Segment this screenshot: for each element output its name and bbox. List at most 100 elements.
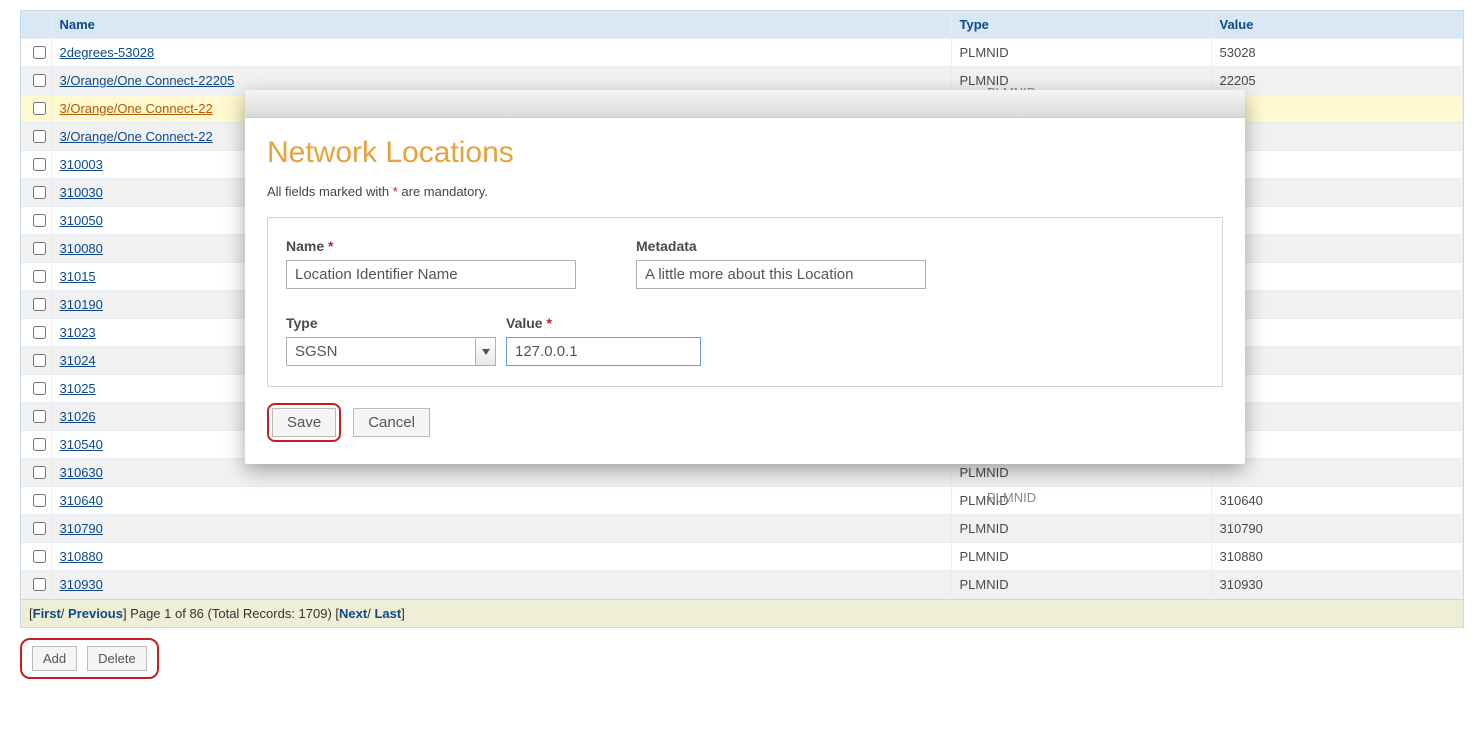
row-name-link[interactable]: 310003 <box>60 157 103 172</box>
row-value: 22205 <box>1211 67 1463 95</box>
name-label: Name * <box>286 238 576 254</box>
row-checkbox[interactable] <box>33 578 46 591</box>
value-input[interactable] <box>506 337 701 366</box>
row-checkbox[interactable] <box>33 326 46 339</box>
pager-text: ] Page 1 of 86 (Total Records: 1709) [ <box>123 606 339 621</box>
row-name-link[interactable]: 31015 <box>60 269 96 284</box>
row-checkbox[interactable] <box>33 382 46 395</box>
row-checkbox[interactable] <box>33 158 46 171</box>
row-value: ) <box>1211 291 1463 319</box>
row-name-link[interactable]: 310190 <box>60 297 103 312</box>
row-value: 310930 <box>1211 571 1463 599</box>
row-checkbox[interactable] <box>33 298 46 311</box>
row-checkbox[interactable] <box>33 550 46 563</box>
col-header-type[interactable]: Type <box>951 11 1211 39</box>
save-button[interactable]: Save <box>272 408 336 437</box>
pager-next[interactable]: Next <box>339 606 367 621</box>
row-name-link[interactable]: 310640 <box>60 493 103 508</box>
row-checkbox[interactable] <box>33 410 46 423</box>
row-value <box>1211 123 1463 151</box>
row-name-link[interactable]: 31025 <box>60 381 96 396</box>
row-name-link[interactable]: 310630 <box>60 465 103 480</box>
row-value: 3 <box>1211 151 1463 179</box>
dialog-title: Network Locations <box>267 136 1223 170</box>
row-checkbox[interactable] <box>33 354 46 367</box>
row-value: ) <box>1211 179 1463 207</box>
delete-button[interactable]: Delete <box>87 646 147 671</box>
table-row: 310640 PLMNID 310640 <box>21 487 1463 515</box>
row-checkbox[interactable] <box>33 466 46 479</box>
row-checkbox[interactable] <box>33 522 46 535</box>
col-header-name[interactable]: Name <box>51 11 951 39</box>
row-name-link[interactable]: 3/Orange/One Connect-22 <box>60 129 213 144</box>
save-highlight: Save <box>267 403 341 442</box>
row-name-link[interactable]: 31024 <box>60 353 96 368</box>
row-checkbox[interactable] <box>33 270 46 283</box>
form-box: Name * Metadata Type SGSN <box>267 217 1223 387</box>
cancel-button[interactable]: Cancel <box>353 408 430 437</box>
row-name-link[interactable]: 3/Orange/One Connect-22205 <box>60 73 235 88</box>
col-header-value[interactable]: Value <box>1211 11 1463 39</box>
row-name-link[interactable]: 3/Orange/One Connect-22 <box>60 101 213 116</box>
action-buttons-highlight: Add Delete <box>20 638 159 679</box>
row-value <box>1211 459 1463 487</box>
type-select[interactable]: SGSN <box>286 337 496 366</box>
row-checkbox[interactable] <box>33 438 46 451</box>
row-value <box>1211 263 1463 291</box>
row-value <box>1211 95 1463 123</box>
row-value: ) <box>1211 235 1463 263</box>
value-label: Value * <box>506 315 701 331</box>
ghost-type-2: PLMNID <box>987 490 1036 505</box>
pager-last[interactable]: Last <box>374 606 401 621</box>
metadata-input[interactable] <box>636 260 926 289</box>
row-checkbox[interactable] <box>33 242 46 255</box>
table-row: 310880PLMNID310880 <box>21 543 1463 571</box>
add-button[interactable]: Add <box>32 646 77 671</box>
row-name-link[interactable]: 310080 <box>60 241 103 256</box>
row-name-link[interactable]: 310880 <box>60 549 103 564</box>
row-checkbox[interactable] <box>33 130 46 143</box>
row-value: 53028 <box>1211 39 1463 67</box>
row-value: 310640 <box>1211 487 1463 515</box>
table-row: 310790PLMNID310790 <box>21 515 1463 543</box>
table-row: 310930PLMNID310930 <box>21 571 1463 599</box>
row-checkbox[interactable] <box>33 186 46 199</box>
row-name-link[interactable]: 310930 <box>60 577 103 592</box>
chevron-down-icon[interactable] <box>475 338 495 365</box>
row-value: ) <box>1211 207 1463 235</box>
row-value: 310880 <box>1211 543 1463 571</box>
row-name-link[interactable]: 310540 <box>60 437 103 452</box>
pager-first[interactable]: First <box>33 606 61 621</box>
row-checkbox[interactable] <box>33 74 46 87</box>
row-checkbox[interactable] <box>33 494 46 507</box>
row-name-link[interactable]: 2degrees-53028 <box>60 45 155 60</box>
row-value <box>1211 347 1463 375</box>
row-name-link[interactable]: 310790 <box>60 521 103 536</box>
row-name-link[interactable]: 31023 <box>60 325 96 340</box>
row-type: PLMNID <box>951 571 1211 599</box>
dialog-titlebar[interactable] <box>245 90 1245 118</box>
row-checkbox[interactable] <box>33 214 46 227</box>
row-type: PLMNID <box>951 39 1211 67</box>
row-value: ) <box>1211 431 1463 459</box>
row-type: PLMNID <box>951 543 1211 571</box>
row-value <box>1211 403 1463 431</box>
row-name-link[interactable]: 31026 <box>60 409 96 424</box>
row-type: PLMNID <box>951 515 1211 543</box>
mandatory-note: All fields marked with * are mandatory. <box>267 184 1223 199</box>
network-locations-dialog: Network Locations All fields marked with… <box>245 90 1245 464</box>
table-row: 2degrees-53028 PLMNID53028 <box>21 39 1463 67</box>
row-value <box>1211 319 1463 347</box>
type-label: Type <box>286 315 496 331</box>
row-checkbox[interactable] <box>33 102 46 115</box>
pager: [First/ Previous] Page 1 of 86 (Total Re… <box>20 600 1464 628</box>
row-name-link[interactable]: 310050 <box>60 213 103 228</box>
row-name-link[interactable]: 310030 <box>60 185 103 200</box>
name-input[interactable] <box>286 260 576 289</box>
row-checkbox[interactable] <box>33 46 46 59</box>
row-value <box>1211 375 1463 403</box>
row-value: 310790 <box>1211 515 1463 543</box>
table-header-row: Name Type Value <box>21 11 1463 39</box>
metadata-label: Metadata <box>636 238 926 254</box>
pager-previous[interactable]: Previous <box>68 606 123 621</box>
